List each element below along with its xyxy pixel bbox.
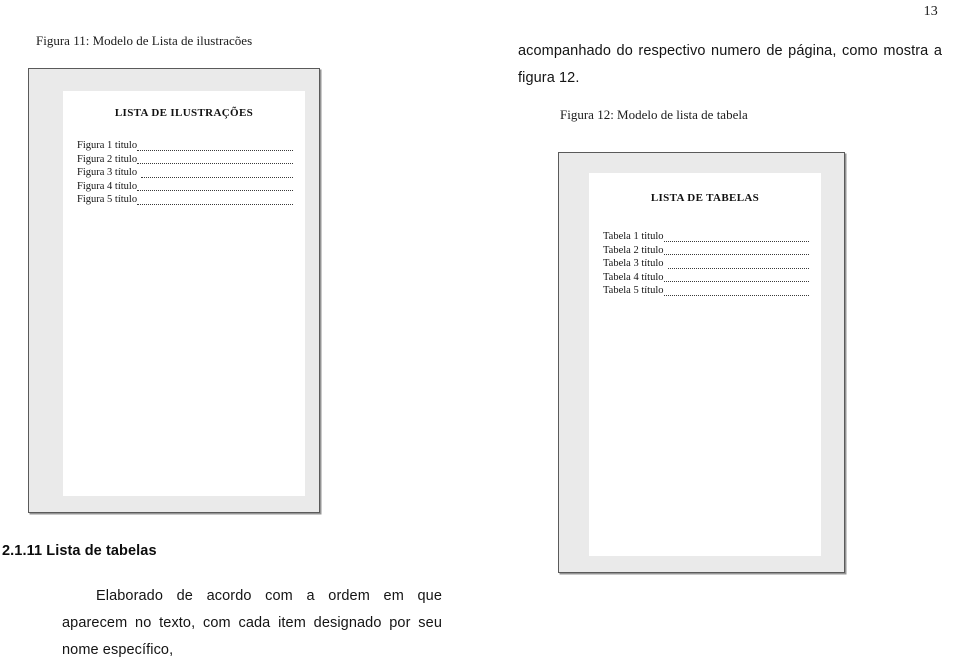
list-item: Tabela 3 título — [603, 257, 809, 271]
paragraph-top: acompanhado do respectivo numero de pági… — [518, 43, 942, 86]
figure-11-caption: Figura 11: Modelo de Lista de ilustracõe… — [36, 33, 253, 48]
list-item: Figura 5 título — [77, 193, 293, 207]
list-item: Tabela 2 titulo — [603, 244, 809, 258]
list-item: Figura 4 título — [77, 180, 293, 194]
leader-dots — [663, 240, 809, 242]
list-item-label: Figura 2 titulo — [77, 153, 138, 165]
list-item-label: Figura 3 título — [77, 167, 138, 178]
leader-dots — [137, 190, 293, 191]
figure-12-caption: Figura 12: Modelo de lista de tabela — [560, 107, 748, 122]
list-item-label: Figura 5 título — [77, 194, 138, 205]
figure-11-list-title: LISTA DE ILUSTRAÇÕES — [114, 107, 254, 119]
list-item: Tabela 1 titulo — [603, 230, 809, 244]
figure-11-mock-page: LISTA DE ILUSTRAÇÕES Figura 1 titulo Fig… — [63, 91, 305, 496]
leader-dots — [137, 203, 293, 205]
list-item-label: Tabela 2 titulo — [603, 244, 664, 256]
list-item-label: Tabela 5 título — [603, 285, 664, 296]
list-item: Tabela 4 título — [603, 271, 809, 285]
figure-12-list-title: LISTA DE TABELAS — [650, 192, 760, 204]
figure-12-entry-list: Tabela 1 titulo Tabela 2 titulo Tabela 3… — [603, 230, 809, 298]
leader-dots — [137, 149, 293, 151]
list-item: Figura 1 titulo — [77, 139, 293, 153]
section-heading: 2.1.11 Lista de tabelas — [2, 543, 157, 559]
list-item: Tabela 5 título — [603, 284, 809, 298]
list-item-label: Tabela 4 título — [603, 271, 664, 283]
leader-dots — [141, 176, 293, 178]
list-item-label: Tabela 1 titulo — [603, 231, 664, 242]
leader-dots — [137, 163, 293, 164]
document-page: 13 Figura 11: Modelo de Lista de ilustra… — [0, 0, 960, 658]
leader-dots — [663, 254, 809, 255]
figure-11-entry-list: Figura 1 titulo Figura 2 titulo Figura 3… — [77, 139, 293, 207]
page-number: 13 — [923, 4, 938, 19]
figure-12-mock-page: LISTA DE TABELAS Tabela 1 titulo Tabela … — [589, 173, 821, 556]
list-item: Figura 2 titulo — [77, 153, 293, 167]
list-item-label: Tabela 3 título — [603, 258, 664, 269]
leader-dots — [667, 267, 809, 269]
figure-11-image: LISTA DE ILUSTRAÇÕES Figura 1 titulo Fig… — [28, 68, 320, 513]
paragraph-bottom: Elaborado de acordo com a ordem em que a… — [62, 583, 442, 664]
leader-dots — [663, 294, 809, 296]
leader-dots — [663, 281, 809, 282]
figure-12-image: LISTA DE TABELAS Tabela 1 titulo Tabela … — [558, 152, 845, 573]
paragraph-bottom-text: Elaborado de acordo com a ordem em que a… — [62, 588, 442, 658]
list-item: Figura 3 título — [77, 166, 293, 180]
list-item-label: Figura 4 título — [77, 180, 138, 192]
list-item-label: Figura 1 titulo — [77, 140, 138, 151]
